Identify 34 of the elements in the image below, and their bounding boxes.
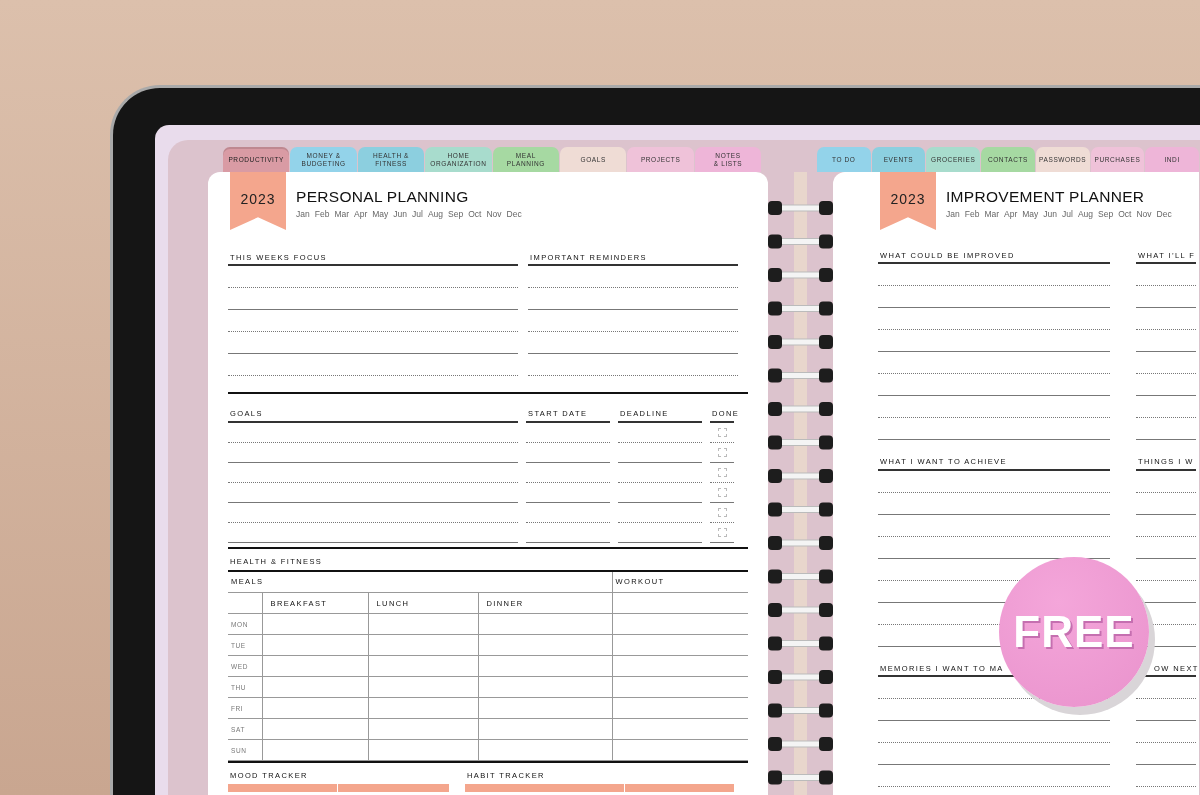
page-title: PERSONAL PLANNING: [296, 187, 470, 207]
year-ribbon: 2023: [230, 172, 286, 230]
month-link[interactable]: Sep: [1098, 208, 1114, 221]
month-link[interactable]: Jul: [412, 208, 423, 221]
month-link[interactable]: Feb: [314, 208, 330, 221]
month-link[interactable]: Oct: [1118, 208, 1132, 221]
year-ribbon: 2023: [880, 172, 936, 230]
month-link[interactable]: Jan: [296, 208, 310, 221]
month-link[interactable]: Oct: [468, 208, 482, 221]
month-link[interactable]: Aug: [1077, 208, 1094, 221]
month-link[interactable]: Sep: [448, 208, 464, 221]
done-checkbox[interactable]: [717, 447, 727, 457]
month-link[interactable]: May: [1022, 208, 1039, 221]
month-link[interactable]: Feb: [964, 208, 980, 221]
month-link[interactable]: Nov: [1136, 208, 1152, 221]
done-checkbox[interactable]: [717, 487, 727, 497]
done-checkbox[interactable]: [717, 507, 727, 517]
month-link[interactable]: Apr: [1004, 208, 1018, 221]
done-checkbox[interactable]: [717, 467, 727, 477]
month-link[interactable]: Jul: [1062, 208, 1073, 221]
month-link[interactable]: Dec: [506, 208, 522, 221]
month-link[interactable]: Jun: [393, 208, 408, 221]
month-link[interactable]: Jan: [946, 208, 960, 221]
month-link[interactable]: Apr: [354, 208, 368, 221]
page-title: IMPROVEMENT PLANNER: [946, 187, 1146, 207]
month-link[interactable]: Nov: [486, 208, 502, 221]
month-link[interactable]: Mar: [984, 208, 999, 221]
done-checkbox[interactable]: [717, 427, 727, 437]
month-link[interactable]: Dec: [1156, 208, 1172, 221]
month-link[interactable]: Jun: [1043, 208, 1058, 221]
month-link[interactable]: May: [372, 208, 389, 221]
done-checkbox[interactable]: [717, 527, 727, 537]
month-link[interactable]: Mar: [334, 208, 349, 221]
month-link[interactable]: Aug: [427, 208, 444, 221]
